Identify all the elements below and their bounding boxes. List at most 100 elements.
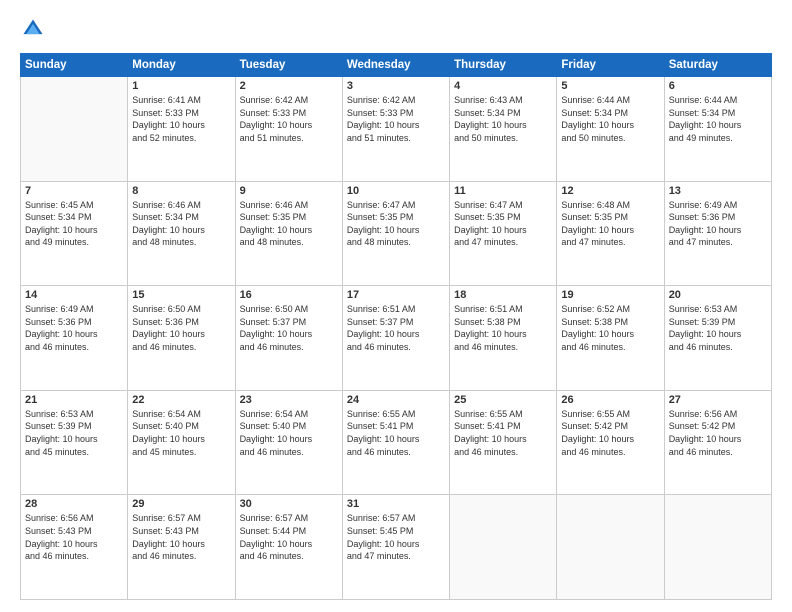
day-number: 9	[240, 185, 338, 197]
calendar-cell: 10 Sunrise: 6:47 AM Sunset: 5:35 PM Dayli…	[342, 181, 449, 286]
calendar-cell	[557, 495, 664, 600]
cell-content: Sunrise: 6:55 AM Sunset: 5:41 PM Dayligh…	[454, 408, 552, 458]
calendar-day-header: Thursday	[450, 54, 557, 77]
day-number: 22	[132, 394, 230, 406]
calendar-cell: 24Sunrise: 6:55 AM Sunset: 5:41 PM Dayli…	[342, 390, 449, 495]
day-number: 13	[669, 185, 767, 197]
cell-content: Sunrise: 6:53 AM Sunset: 5:39 PM Dayligh…	[25, 408, 123, 458]
cell-content: Sunrise: 6:56 AM Sunset: 5:42 PM Dayligh…	[669, 408, 767, 458]
day-number: 14	[25, 289, 123, 301]
calendar-cell: 8 Sunrise: 6:46 AM Sunset: 5:34 PM Daylig…	[128, 181, 235, 286]
day-number: 1	[132, 80, 230, 92]
cell-content: Sunrise: 6:53 AM Sunset: 5:39 PM Dayligh…	[669, 303, 767, 353]
day-number: 20	[669, 289, 767, 301]
cell-content: Sunrise: 6:57 AM Sunset: 5:43 PM Dayligh…	[132, 512, 230, 562]
cell-content: Sunrise: 6:43 AM Sunset: 5:34 PM Dayligh…	[454, 94, 552, 144]
day-number: 11	[454, 185, 552, 197]
day-number: 27	[669, 394, 767, 406]
day-number: 24	[347, 394, 445, 406]
calendar-cell: 23 Sunrise: 6:54 AM Sunset: 5:40 PM Dayli…	[235, 390, 342, 495]
calendar-cell: 13 Sunrise: 6:49 AM Sunset: 5:36 PM Dayli…	[664, 181, 771, 286]
cell-content: Sunrise: 6:49 AM Sunset: 5:36 PM Dayligh…	[669, 199, 767, 249]
day-number: 21	[25, 394, 123, 406]
calendar-cell: 30Sunrise: 6:57 AM Sunset: 5:44 PM Dayli…	[235, 495, 342, 600]
day-number: 16	[240, 289, 338, 301]
cell-content: Sunrise: 6:55 AM Sunset: 5:42 PM Dayligh…	[561, 408, 659, 458]
logo	[20, 18, 48, 45]
day-number: 10	[347, 185, 445, 197]
day-number: 8	[132, 185, 230, 197]
calendar-cell: 22Sunrise: 6:54 AM Sunset: 5:40 PM Dayli…	[128, 390, 235, 495]
calendar-cell	[450, 495, 557, 600]
calendar-day-header: Friday	[557, 54, 664, 77]
calendar-cell: 26 Sunrise: 6:55 AM Sunset: 5:42 PM Dayli…	[557, 390, 664, 495]
calendar-cell: 25 Sunrise: 6:55 AM Sunset: 5:41 PM Dayli…	[450, 390, 557, 495]
header	[20, 18, 772, 45]
cell-content: Sunrise: 6:50 AM Sunset: 5:36 PM Dayligh…	[132, 303, 230, 353]
day-number: 12	[561, 185, 659, 197]
calendar-day-header: Wednesday	[342, 54, 449, 77]
calendar-cell: 27 Sunrise: 6:56 AM Sunset: 5:42 PM Dayli…	[664, 390, 771, 495]
cell-content: Sunrise: 6:56 AM Sunset: 5:43 PM Dayligh…	[25, 512, 123, 562]
day-number: 17	[347, 289, 445, 301]
cell-content: Sunrise: 6:57 AM Sunset: 5:45 PM Dayligh…	[347, 512, 445, 562]
day-number: 29	[132, 498, 230, 510]
day-number: 6	[669, 80, 767, 92]
calendar-day-header: Monday	[128, 54, 235, 77]
cell-content: Sunrise: 6:49 AM Sunset: 5:36 PM Dayligh…	[25, 303, 123, 353]
calendar-week-row: 7Sunrise: 6:45 AM Sunset: 5:34 PM Daylig…	[21, 181, 772, 286]
cell-content: Sunrise: 6:41 AM Sunset: 5:33 PM Dayligh…	[132, 94, 230, 144]
day-number: 2	[240, 80, 338, 92]
logo-icon	[22, 18, 44, 40]
day-number: 30	[240, 498, 338, 510]
cell-content: Sunrise: 6:44 AM Sunset: 5:34 PM Dayligh…	[561, 94, 659, 144]
calendar-cell: 31 Sunrise: 6:57 AM Sunset: 5:45 PM Dayli…	[342, 495, 449, 600]
cell-content: Sunrise: 6:51 AM Sunset: 5:38 PM Dayligh…	[454, 303, 552, 353]
calendar-cell: 6 Sunrise: 6:44 AM Sunset: 5:34 PM Daylig…	[664, 77, 771, 182]
cell-content: Sunrise: 6:42 AM Sunset: 5:33 PM Dayligh…	[347, 94, 445, 144]
day-number: 3	[347, 80, 445, 92]
cell-content: Sunrise: 6:52 AM Sunset: 5:38 PM Dayligh…	[561, 303, 659, 353]
calendar-cell: 15 Sunrise: 6:50 AM Sunset: 5:36 PM Dayli…	[128, 286, 235, 391]
day-number: 15	[132, 289, 230, 301]
calendar-cell: 12 Sunrise: 6:48 AM Sunset: 5:35 PM Dayli…	[557, 181, 664, 286]
calendar-cell: 7Sunrise: 6:45 AM Sunset: 5:34 PM Daylig…	[21, 181, 128, 286]
day-number: 25	[454, 394, 552, 406]
calendar-week-row: 14 Sunrise: 6:49 AM Sunset: 5:36 PM Dayli…	[21, 286, 772, 391]
day-number: 31	[347, 498, 445, 510]
calendar-cell: 2 Sunrise: 6:42 AM Sunset: 5:33 PM Daylig…	[235, 77, 342, 182]
day-number: 19	[561, 289, 659, 301]
calendar-cell: 29 Sunrise: 6:57 AM Sunset: 5:43 PM Dayli…	[128, 495, 235, 600]
cell-content: Sunrise: 6:51 AM Sunset: 5:37 PM Dayligh…	[347, 303, 445, 353]
day-number: 26	[561, 394, 659, 406]
calendar-cell: 21 Sunrise: 6:53 AM Sunset: 5:39 PM Dayli…	[21, 390, 128, 495]
cell-content: Sunrise: 6:42 AM Sunset: 5:33 PM Dayligh…	[240, 94, 338, 144]
cell-content: Sunrise: 6:48 AM Sunset: 5:35 PM Dayligh…	[561, 199, 659, 249]
calendar-cell: 16Sunrise: 6:50 AM Sunset: 5:37 PM Dayli…	[235, 286, 342, 391]
calendar-week-row: 28 Sunrise: 6:56 AM Sunset: 5:43 PM Dayli…	[21, 495, 772, 600]
calendar-cell: 19 Sunrise: 6:52 AM Sunset: 5:38 PM Dayli…	[557, 286, 664, 391]
calendar-cell: 11Sunrise: 6:47 AM Sunset: 5:35 PM Dayli…	[450, 181, 557, 286]
cell-content: Sunrise: 6:47 AM Sunset: 5:35 PM Dayligh…	[347, 199, 445, 249]
cell-content: Sunrise: 6:44 AM Sunset: 5:34 PM Dayligh…	[669, 94, 767, 144]
calendar-day-header: Tuesday	[235, 54, 342, 77]
day-number: 23	[240, 394, 338, 406]
calendar-cell: 9 Sunrise: 6:46 AM Sunset: 5:35 PM Daylig…	[235, 181, 342, 286]
calendar-cell: 1 Sunrise: 6:41 AM Sunset: 5:33 PM Daylig…	[128, 77, 235, 182]
calendar-cell: 3 Sunrise: 6:42 AM Sunset: 5:33 PM Daylig…	[342, 77, 449, 182]
cell-content: Sunrise: 6:46 AM Sunset: 5:34 PM Dayligh…	[132, 199, 230, 249]
calendar-cell	[21, 77, 128, 182]
calendar-cell	[664, 495, 771, 600]
cell-content: Sunrise: 6:54 AM Sunset: 5:40 PM Dayligh…	[240, 408, 338, 458]
cell-content: Sunrise: 6:46 AM Sunset: 5:35 PM Dayligh…	[240, 199, 338, 249]
day-number: 28	[25, 498, 123, 510]
calendar-cell: 5 Sunrise: 6:44 AM Sunset: 5:34 PM Daylig…	[557, 77, 664, 182]
day-number: 4	[454, 80, 552, 92]
calendar-cell: 28 Sunrise: 6:56 AM Sunset: 5:43 PM Dayli…	[21, 495, 128, 600]
day-number: 18	[454, 289, 552, 301]
calendar-week-row: 1 Sunrise: 6:41 AM Sunset: 5:33 PM Daylig…	[21, 77, 772, 182]
calendar-week-row: 21 Sunrise: 6:53 AM Sunset: 5:39 PM Dayli…	[21, 390, 772, 495]
page: SundayMondayTuesdayWednesdayThursdayFrid…	[0, 0, 792, 612]
cell-content: Sunrise: 6:45 AM Sunset: 5:34 PM Dayligh…	[25, 199, 123, 249]
day-number: 5	[561, 80, 659, 92]
